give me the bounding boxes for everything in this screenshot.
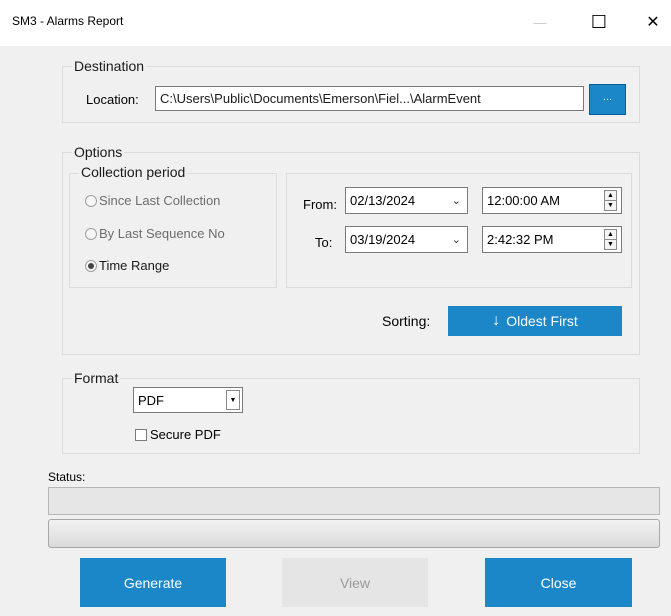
to-date-value: 03/19/2024 (350, 232, 416, 247)
radio-label: Since Last Collection (99, 193, 221, 208)
minimize-icon: — (533, 14, 547, 30)
format-select-value: PDF (138, 392, 164, 408)
generate-button[interactable]: Generate (80, 558, 226, 607)
status-label: Status: (48, 470, 86, 484)
from-time-value: 12:00:00 AM (487, 193, 560, 208)
chevron-down-icon: ⌄ (451, 195, 461, 207)
maximize-icon: ☐ (590, 11, 608, 32)
sorting-button-label: Oldest First (506, 313, 578, 329)
spin-down-icon[interactable]: ▼ (605, 201, 616, 210)
radio-label: By Last Sequence No (99, 226, 225, 241)
format-select[interactable]: PDF ▼ (133, 387, 243, 413)
view-button[interactable]: View (282, 558, 428, 607)
from-time-field[interactable]: 12:00:00 AM ▲ ▼ (482, 187, 622, 214)
to-label: To: (315, 235, 333, 250)
radio-icon (85, 227, 97, 240)
destination-legend: Destination (72, 58, 147, 74)
sorting-button[interactable]: ↓ Oldest First (448, 306, 622, 336)
from-date-value: 02/13/2024 (350, 193, 416, 208)
radio-by-last-sequence[interactable]: By Last Sequence No (85, 226, 225, 241)
to-time-field[interactable]: 2:42:32 PM ▲ ▼ (482, 226, 622, 253)
radio-time-range[interactable]: Time Range (85, 258, 169, 273)
format-legend: Format (72, 370, 121, 386)
radio-checked-icon (85, 259, 97, 272)
secure-pdf-checkbox[interactable]: Secure PDF (135, 427, 221, 442)
chevron-down-icon: ⌄ (451, 234, 461, 246)
from-label: From: (303, 197, 337, 212)
spin-down-icon[interactable]: ▼ (605, 240, 616, 249)
maximize-button[interactable]: ☐ (587, 10, 611, 34)
from-time-spinner[interactable]: ▲ ▼ (604, 190, 617, 211)
radio-label: Time Range (99, 258, 170, 273)
spin-up-icon[interactable]: ▲ (605, 191, 616, 201)
location-label: Location: (86, 92, 139, 107)
progress-bar (48, 519, 660, 548)
to-time-spinner[interactable]: ▲ ▼ (604, 229, 617, 250)
from-date-picker[interactable]: 02/13/2024 ⌄ (345, 187, 468, 214)
arrow-down-icon: ↓ (492, 312, 501, 329)
browse-button[interactable]: ... (589, 84, 626, 115)
close-window-button[interactable]: ✕ (641, 10, 665, 34)
status-text-box (48, 487, 660, 515)
secure-pdf-label: Secure PDF (150, 427, 221, 442)
options-legend: Options (72, 144, 125, 160)
to-time-value: 2:42:32 PM (487, 232, 554, 247)
close-button[interactable]: Close (485, 558, 632, 607)
radio-since-last-collection[interactable]: Since Last Collection (85, 193, 220, 208)
dropdown-arrow-icon: ▼ (226, 390, 240, 410)
location-field[interactable]: C:\Users\Public\Documents\Emerson\Fiel..… (155, 86, 584, 111)
checkbox-icon (135, 428, 147, 441)
collection-period-legend: Collection period (79, 164, 188, 180)
close-icon: ✕ (646, 14, 660, 31)
spin-up-icon[interactable]: ▲ (605, 230, 616, 240)
minimize-button[interactable]: — (528, 10, 552, 34)
radio-icon (85, 194, 97, 207)
window-title: SM3 - Alarms Report (12, 14, 124, 28)
sorting-label: Sorting: (382, 313, 431, 329)
to-date-picker[interactable]: 03/19/2024 ⌄ (345, 226, 468, 253)
